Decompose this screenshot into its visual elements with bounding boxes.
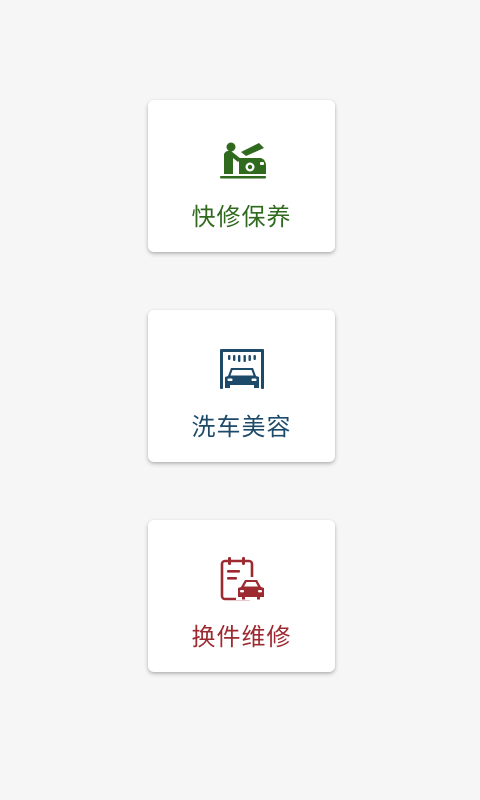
parts-replacement-card[interactable]: 换件维修 <box>148 520 335 672</box>
quick-repair-card[interactable]: 快修保养 <box>148 100 335 252</box>
car-wash-label: 洗车美容 <box>191 413 292 441</box>
parts-replacement-label: 换件维修 <box>191 623 292 651</box>
quick-repair-label: 快修保养 <box>191 203 292 231</box>
car-wash-icon <box>217 346 267 396</box>
parts-replacement-icon <box>217 556 267 606</box>
car-wash-card[interactable]: 洗车美容 <box>148 310 335 462</box>
car-repair-icon <box>217 136 267 186</box>
